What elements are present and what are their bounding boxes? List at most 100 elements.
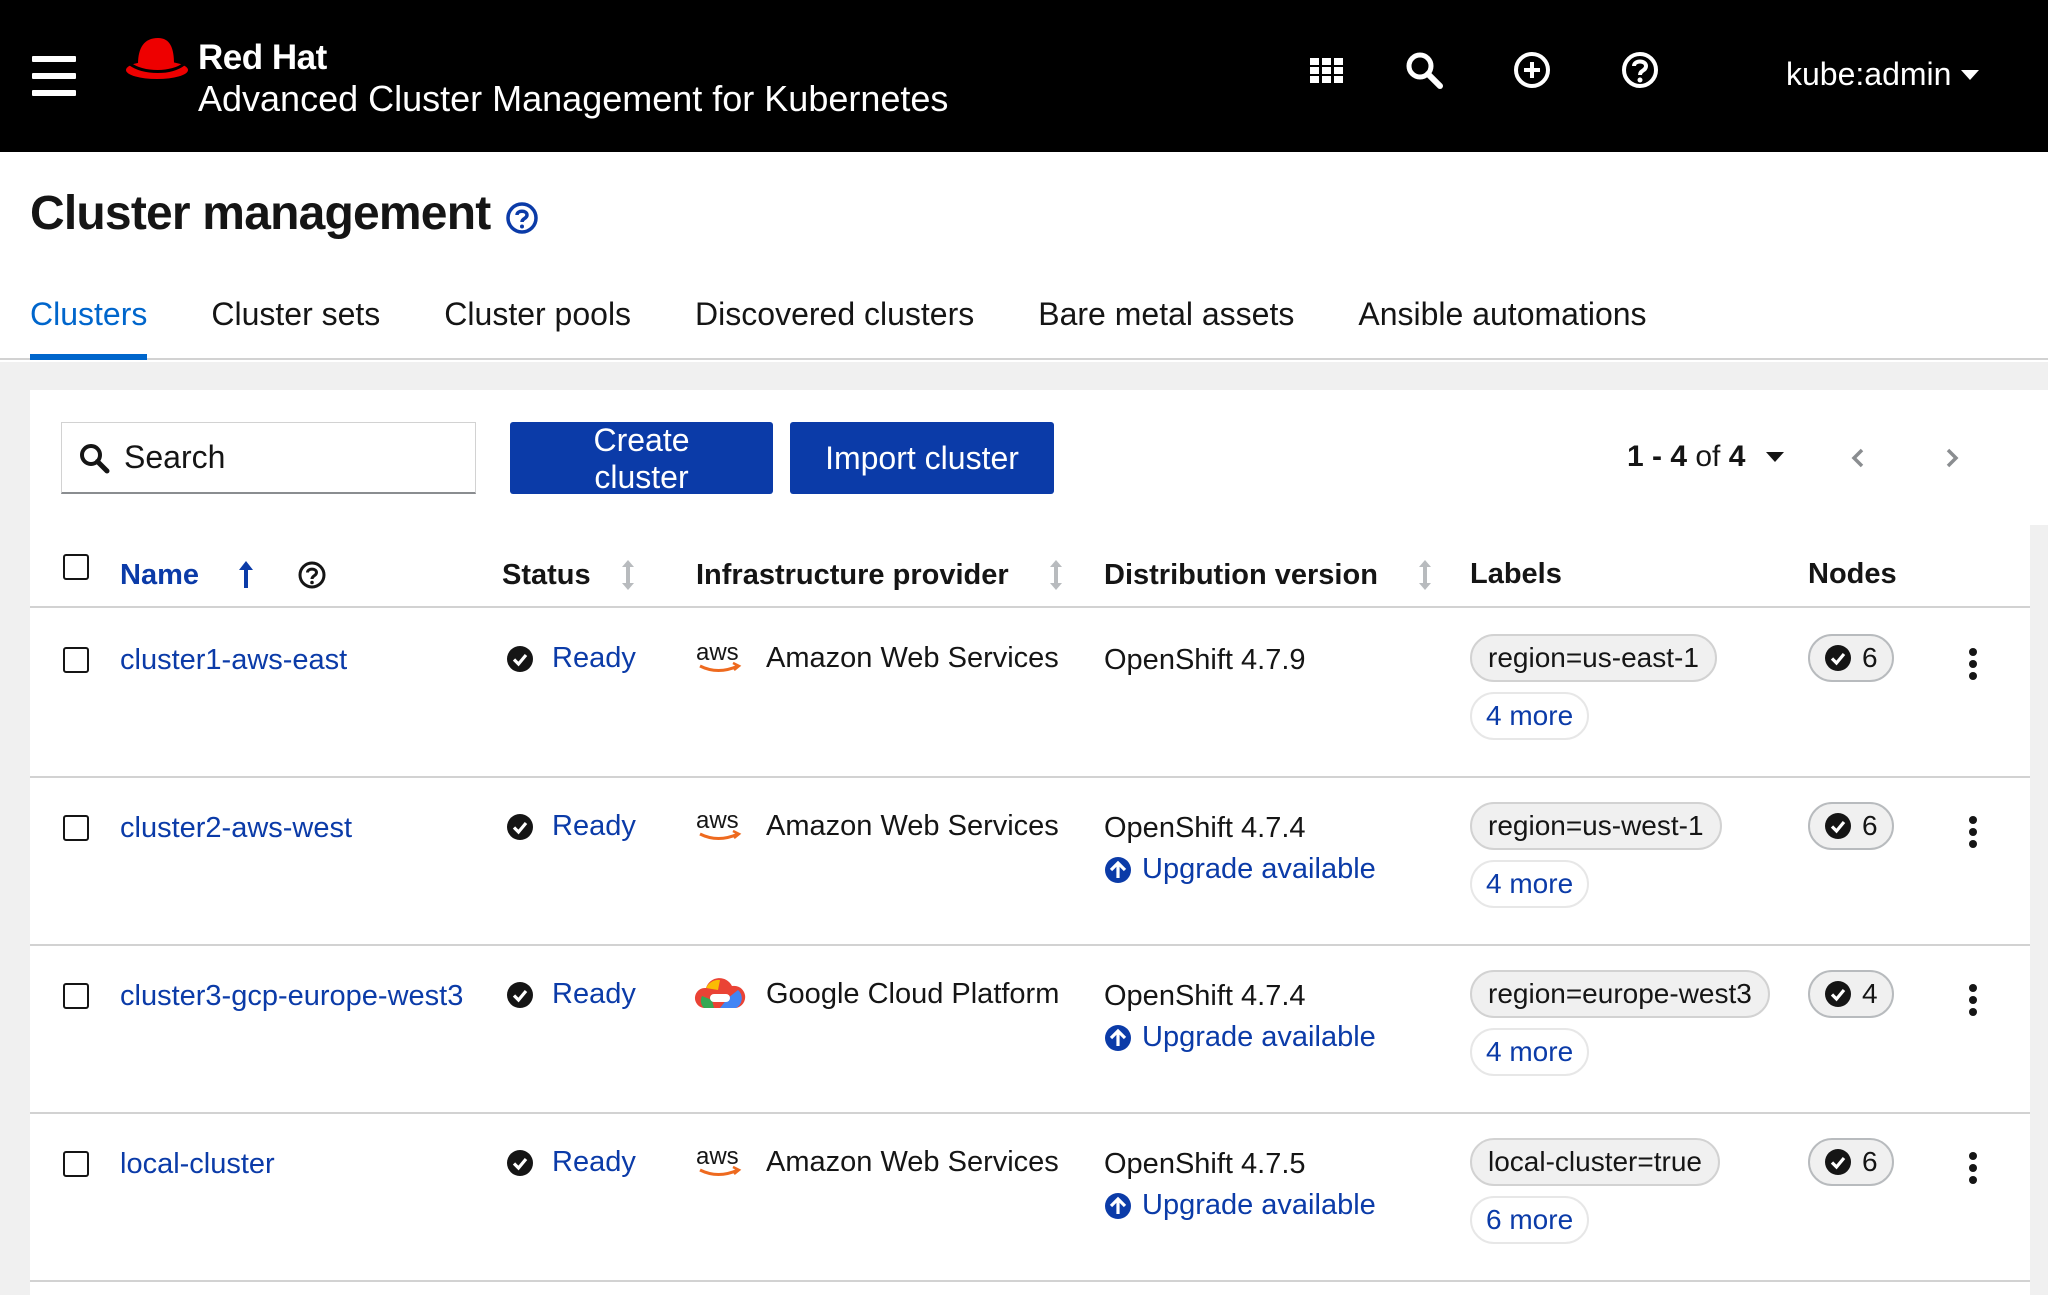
row-checkbox[interactable]	[63, 983, 89, 1009]
user-menu[interactable]: kube:admin	[1786, 56, 1980, 93]
pagination-range: 1 - 4	[1627, 440, 1688, 473]
cluster-name-link[interactable]: cluster3-gcp-europe-west3	[120, 980, 463, 1013]
table-row: cluster3-gcp-europe-west3 Ready Google Clo…	[30, 946, 2030, 1114]
search-input-wrapper[interactable]	[61, 422, 476, 494]
svg-text:aws: aws	[696, 807, 739, 834]
tab-discovered-clusters[interactable]: Discovered clusters	[695, 296, 1038, 358]
import-cluster-button[interactable]: Import cluster	[790, 422, 1054, 494]
aws-logo-icon: aws	[696, 1143, 742, 1176]
search-icon[interactable]	[1404, 50, 1444, 90]
tab-bare-metal-assets[interactable]: Bare metal assets	[1038, 296, 1358, 358]
tab-ansible-automations[interactable]: Ansible automations	[1358, 296, 1710, 358]
create-cluster-button[interactable]: Create cluster	[510, 422, 773, 495]
chevron-right-icon[interactable]	[1938, 442, 1966, 474]
upgrade-arrow-icon	[1105, 1192, 1131, 1219]
page-header: Cluster management Clusters Cluster sets…	[0, 152, 2048, 360]
tab-clusters[interactable]: Clusters	[30, 296, 211, 360]
upgrade-available-link[interactable]: Upgrade available	[1104, 1189, 1376, 1222]
provider-cell: Google Cloud Platform	[694, 974, 1059, 1014]
nodes-badge[interactable]: 6	[1808, 802, 1894, 850]
more-labels-button[interactable]: 4 more	[1470, 860, 1590, 908]
upgrade-available-link[interactable]: Upgrade available	[1104, 1021, 1376, 1054]
column-header-labels: Labels	[1470, 558, 1562, 590]
upgrade-arrow-icon	[1105, 856, 1131, 883]
apps-grid-icon[interactable]	[1307, 50, 1347, 90]
row-checkbox[interactable]	[63, 647, 89, 673]
cluster-name-link[interactable]: cluster1-aws-east	[120, 644, 347, 677]
more-labels-button[interactable]: 6 more	[1470, 1196, 1590, 1244]
label-chip[interactable]: region=europe-west3	[1470, 970, 1770, 1018]
nodes-badge[interactable]: 6	[1808, 634, 1894, 682]
help-icon[interactable]	[505, 201, 539, 235]
distribution-version: OpenShift 4.7.9	[1104, 644, 1306, 676]
select-all-checkbox[interactable]	[63, 554, 89, 580]
column-header-status[interactable]: Status	[502, 558, 637, 592]
nodes-badge[interactable]: 4	[1808, 970, 1894, 1018]
nodes-cell: 4	[1808, 970, 1894, 1018]
pagination-summary[interactable]: 1 - 4 of 4	[1627, 440, 1745, 474]
labels-cell: region=us-west-1 4 more	[1470, 802, 1722, 908]
status-cell: Ready	[506, 642, 636, 675]
scrollbar[interactable]	[2022, 390, 2048, 525]
more-labels-button[interactable]: 4 more	[1470, 1028, 1590, 1076]
search-input[interactable]	[124, 439, 454, 476]
status-cell: Ready	[506, 1146, 636, 1179]
row-checkbox[interactable]	[63, 815, 89, 841]
kebab-menu-icon[interactable]	[1958, 812, 1988, 852]
column-header-name[interactable]: Name	[120, 558, 327, 592]
distribution-version: OpenShift 4.7.4	[1104, 980, 1306, 1012]
nodes-badge[interactable]: 6	[1808, 1138, 1894, 1186]
status-ready-link[interactable]: Ready	[552, 810, 636, 843]
tab-cluster-sets[interactable]: Cluster sets	[211, 296, 444, 358]
redhat-logo-icon	[126, 38, 188, 79]
label-chip[interactable]: region=us-east-1	[1470, 634, 1717, 682]
pagination-total: 4	[1728, 440, 1746, 473]
status-cell: Ready	[506, 978, 636, 1011]
plus-circle-icon[interactable]	[1512, 50, 1552, 90]
column-header-nodes: Nodes	[1808, 558, 1897, 590]
nodes-count: 6	[1862, 1146, 1878, 1177]
upgrade-available-link[interactable]: Upgrade available	[1104, 853, 1376, 886]
kebab-menu-icon[interactable]	[1958, 1148, 1988, 1188]
provider-name: Amazon Web Services	[766, 809, 1059, 842]
aws-logo-icon: aws	[696, 807, 742, 840]
nodes-count: 4	[1862, 978, 1878, 1009]
kebab-menu-icon[interactable]	[1958, 644, 1988, 684]
status-ready-link[interactable]: Ready	[552, 1146, 636, 1179]
distribution-version: OpenShift 4.7.5	[1104, 1148, 1306, 1180]
labels-cell: region=us-east-1 4 more	[1470, 634, 1717, 740]
chevron-left-icon[interactable]	[1844, 442, 1872, 474]
status-ready-link[interactable]: Ready	[552, 642, 636, 675]
cluster-name-link[interactable]: cluster2-aws-west	[120, 812, 352, 845]
version-cell: OpenShift 4.7.5 Upgrade available	[1104, 1148, 1376, 1222]
cluster-name-link[interactable]: local-cluster	[120, 1148, 275, 1181]
distribution-version: OpenShift 4.7.4	[1104, 812, 1306, 844]
help-icon[interactable]	[297, 560, 327, 590]
hamburger-menu-icon[interactable]	[32, 56, 76, 96]
kebab-menu-icon[interactable]	[1958, 980, 1988, 1020]
column-label-provider: Infrastructure provider	[696, 558, 1009, 591]
column-header-version[interactable]: Distribution version	[1104, 558, 1434, 592]
row-checkbox[interactable]	[63, 1151, 89, 1177]
label-chip[interactable]: local-cluster=true	[1470, 1138, 1720, 1186]
check-circle-icon	[1825, 1149, 1851, 1175]
label-chip[interactable]: region=us-west-1	[1470, 802, 1722, 850]
sort-icon	[1418, 560, 1431, 590]
check-circle-icon	[507, 981, 533, 1008]
tab-cluster-pools[interactable]: Cluster pools	[444, 296, 695, 358]
check-circle-icon	[507, 1149, 533, 1176]
masthead: Red Hat Advanced Cluster Management for …	[0, 0, 2048, 152]
chevron-down-icon[interactable]	[1766, 452, 1784, 462]
column-label-status: Status	[502, 558, 591, 591]
column-header-provider[interactable]: Infrastructure provider	[696, 558, 1065, 592]
help-icon[interactable]	[1620, 50, 1660, 90]
status-ready-link[interactable]: Ready	[552, 978, 636, 1011]
table-row: cluster2-aws-west Ready aws Amazon Web Serv…	[30, 778, 2030, 946]
user-name: kube:admin	[1786, 56, 1952, 92]
more-labels-button[interactable]: 4 more	[1470, 692, 1590, 740]
nodes-count: 6	[1862, 642, 1878, 673]
provider-cell: aws Amazon Web Services	[694, 638, 1059, 678]
provider-name: Amazon Web Services	[766, 641, 1059, 674]
nodes-count: 6	[1862, 810, 1878, 841]
version-cell: OpenShift 4.7.4 Upgrade available	[1104, 980, 1376, 1054]
